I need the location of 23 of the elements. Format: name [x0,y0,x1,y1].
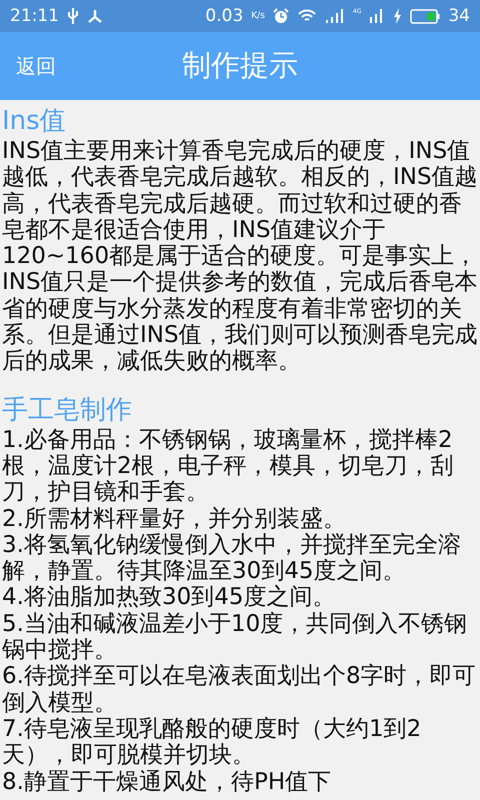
share-icon [87,8,103,24]
battery-percent: 34 [448,6,470,26]
signal-icon [324,8,345,24]
step-text: 6.待搅拌至可以在皂液表面划出个8字时，即可倒入模型。 [2,663,477,716]
step-text: 3.将氢氧化钠缓慢倒入水中，并搅拌至完全溶解，静置。待其降温至30到45度之间。 [2,532,462,584]
step-text: 7.待皂液呈现乳酪般的硬度时（大约1到2天），即可脱模并切块。 [2,716,422,769]
usb-icon [67,7,79,25]
step-text: 5.当油和碱液温差小于10度，共同倒入不锈钢锅中搅拌。 [2,610,468,664]
battery-icon [410,8,440,24]
status-time: 21:11 [10,6,59,26]
step-text: 8.静置于干燥通风处，待PH值下 [2,768,332,795]
info-paragraph: INS值主要用来计算香皂完成后的硬度，INS值越低，代表香皂完成后越软。相反的，INS值越高，代表香皂完成后越硬。而过软和过硬的香皂都不是很适合使用，INS值建议介于120~160都是属于适合的硬度。可是事实上，INS值只是一个提供参考的数值，完成后香皂本省的硬度与水分蒸发的程度有着非常密切的关系。但是通过INS值，我们则可以预测香皂完成后的成果，减低失败的概率。 [2,138,478,375]
alarm-icon [272,8,289,24]
step-text: 2.所需材料秤量好，并分别装盛。 [2,506,347,532]
step-text: 1.必备用品：不锈钢锅，玻璃量杯，搅拌棒2根，温度计2根，电子秤，模具，切皂刀，刮刀，护目镜和手套。 [2,426,455,506]
step-text: 4.将油脂加热致30到45度之间。 [2,584,336,611]
charging-icon [393,8,402,24]
section-heading: Ins值 [2,105,66,138]
section-heading: 手工皂制作 [2,394,132,427]
back-button[interactable]: 返回 [16,52,56,80]
speed-unit: K/s [251,11,265,21]
screen-title: 制作提示 [182,47,298,84]
network-speed: 0.03 [205,6,244,26]
